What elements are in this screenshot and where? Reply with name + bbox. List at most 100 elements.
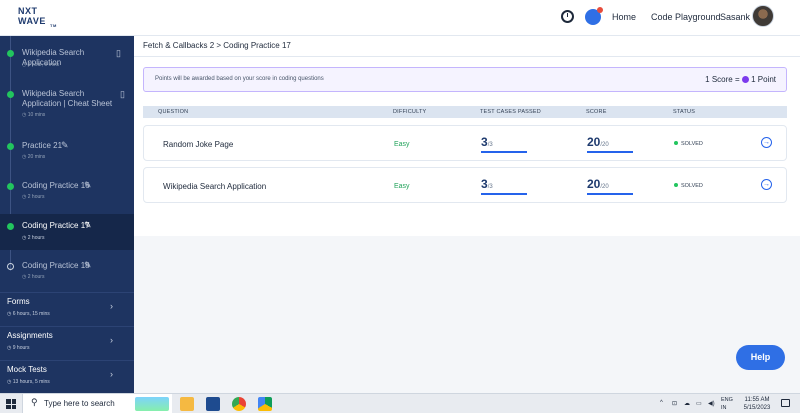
sidebar-item-time: 20 mins — [22, 154, 46, 160]
test-cases-passed: 3/3 — [481, 177, 493, 191]
sidebar: Wikipedia Search Application ▯ 1 hour, 5… — [0, 36, 134, 393]
sidebar-item-practice-21[interactable]: Practice 21 ✎ 20 mins — [0, 136, 134, 166]
table-row[interactable]: Wikipedia Search Application Easy 3/3 20… — [143, 167, 787, 203]
weather-widget-icon[interactable] — [135, 397, 169, 411]
sidebar-item-coding-practice-18[interactable]: Coding Practice 18 ✎ 2 hours — [0, 256, 134, 286]
pencil-icon: ✎ — [84, 260, 92, 270]
completed-dot-icon — [7, 91, 14, 98]
sidebar-section-mock-tests[interactable]: Mock Tests 13 hours, 5 mins › — [0, 360, 134, 393]
pencil-icon: ✎ — [84, 180, 92, 190]
score-value: 20/20 — [587, 177, 609, 191]
logo-text-top: NXT — [18, 6, 38, 16]
arrow-right-icon[interactable]: → — [761, 137, 772, 148]
section-time: 9 hours — [7, 345, 30, 351]
timer-icon[interactable] — [561, 10, 574, 23]
sidebar-item-time: 10 mins — [22, 112, 46, 118]
chevron-up-icon[interactable]: ^ — [660, 400, 663, 406]
store-app-icon[interactable] — [206, 397, 220, 411]
avatar[interactable] — [752, 5, 774, 27]
pencil-icon: ✎ — [61, 140, 69, 150]
main-content: Fetch & Callbacks 2 > Coding Practice 17… — [134, 36, 800, 236]
sidebar-item-coding-practice-17[interactable]: Coding Practice 17 ✎ 2 hours — [0, 214, 134, 250]
nav-code-playground-link[interactable]: Code Playground — [651, 12, 721, 22]
google-drive-icon[interactable] — [258, 397, 272, 411]
pencil-icon: ✎ — [84, 220, 92, 230]
clock-date: 5/15/2023 — [743, 405, 771, 411]
chat-icon[interactable] — [585, 7, 603, 25]
section-time: 6 hours, 15 mins — [7, 311, 50, 317]
sidebar-item-title: Coding Practice 17 — [22, 221, 90, 230]
book-icon: ▯ — [116, 48, 121, 58]
chevron-right-icon: › — [110, 369, 113, 379]
battery-icon[interactable]: ▭ — [696, 400, 702, 407]
user-name[interactable]: Sasank — [720, 12, 750, 22]
chrome-icon[interactable] — [232, 397, 246, 411]
score-progress-bar — [587, 193, 633, 195]
volume-icon[interactable]: ◀) — [708, 400, 715, 407]
status-badge: SOLVED — [674, 183, 703, 189]
points-banner: Points will be awarded based on your sco… — [143, 67, 787, 92]
sidebar-item-time: 2 hours — [22, 235, 45, 241]
section-title: Assignments — [7, 331, 53, 340]
divider — [134, 56, 800, 57]
book-icon: ▯ — [120, 89, 125, 99]
sidebar-item-title: Practice 21 — [22, 141, 63, 150]
language-indicator[interactable]: ENG IN — [721, 396, 733, 412]
header-difficulty: DIFFICULTY — [393, 109, 427, 115]
breadcrumb[interactable]: Fetch & Callbacks 2 > Coding Practice 17 — [143, 41, 291, 50]
notification-icon[interactable] — [781, 399, 790, 407]
search-icon: ⚲ — [31, 397, 38, 407]
sidebar-section-assignments[interactable]: Assignments 9 hours › — [0, 326, 134, 360]
sidebar-item-title: Wikipedia Search Application | Cheat She… — [22, 89, 113, 108]
completed-dot-icon — [7, 223, 14, 230]
nav-home-link[interactable]: Home — [612, 12, 636, 22]
sidebar-item-wikipedia-search-application[interactable]: Wikipedia Search Application ▯ 1 hour, 5… — [0, 44, 134, 76]
windows-taskbar: ⚲ Type here to search ^ ⊡ ☁ ▭ ◀) ENG IN … — [0, 393, 800, 413]
point-label: 1 Point — [751, 75, 776, 84]
score-progress-bar — [587, 151, 633, 153]
completed-dot-icon — [7, 183, 14, 190]
header-status: STATUS — [673, 109, 696, 115]
difficulty-badge: Easy — [394, 183, 410, 190]
section-title: Forms — [7, 297, 30, 306]
chevron-right-icon: › — [110, 301, 113, 311]
points-banner-text: Points will be awarded based on your sco… — [155, 76, 324, 82]
sidebar-item-time: 1 hour, 5 mins — [22, 62, 59, 68]
header-test-cases: TEST CASES PASSED — [480, 109, 541, 115]
taskbar-clock[interactable]: 11:55 AM 5/15/2023 — [740, 396, 774, 412]
cloud-icon[interactable]: ☁ — [684, 400, 690, 407]
sidebar-item-title: Coding Practice 18 — [22, 261, 90, 270]
clock-time: 11:55 AM — [744, 397, 770, 403]
score-label: 1 Score = — [705, 75, 740, 84]
points-conversion: 1 Score = 1 Point — [705, 75, 776, 84]
sidebar-item-time: 2 hours — [22, 274, 45, 280]
windows-start-icon[interactable] — [6, 399, 16, 409]
test-cases-progress-bar — [481, 193, 527, 195]
question-title[interactable]: Random Joke Page — [163, 140, 233, 149]
pending-dot-icon — [7, 263, 14, 270]
sidebar-item-wikipedia-cheat-sheet[interactable]: Wikipedia Search Application | Cheat She… — [0, 84, 134, 124]
sidebar-item-time: 2 hours — [22, 194, 45, 200]
network-icon[interactable]: ⊡ — [672, 400, 677, 407]
coin-icon — [741, 76, 749, 83]
test-cases-progress-bar — [481, 151, 527, 153]
completed-dot-icon — [7, 50, 14, 57]
completed-dot-icon — [7, 143, 14, 150]
help-button[interactable]: Help — [736, 345, 785, 370]
sidebar-item-coding-practice-16[interactable]: Coding Practice 16 ✎ 2 hours — [0, 176, 134, 206]
question-title[interactable]: Wikipedia Search Application — [163, 182, 266, 191]
status-badge: SOLVED — [674, 141, 703, 147]
difficulty-badge: Easy — [394, 141, 410, 148]
chevron-right-icon: › — [110, 335, 113, 345]
sidebar-section-forms[interactable]: Forms 6 hours, 15 mins › — [0, 292, 134, 326]
nxtwave-logo[interactable]: NXT WAVE TM — [18, 6, 58, 28]
test-cases-passed: 3/3 — [481, 135, 493, 149]
file-explorer-icon[interactable] — [180, 397, 194, 411]
section-time: 13 hours, 5 mins — [7, 379, 50, 385]
table-row[interactable]: Random Joke Page Easy 3/3 20/20 SOLVED → — [143, 125, 787, 161]
sidebar-item-title: Coding Practice 16 — [22, 181, 90, 190]
header-score: SCORE — [586, 109, 607, 115]
top-bar: NXT WAVE TM Home Code Playground Sasank — [0, 0, 800, 36]
score-value: 20/20 — [587, 135, 609, 149]
arrow-right-icon[interactable]: → — [761, 179, 772, 190]
